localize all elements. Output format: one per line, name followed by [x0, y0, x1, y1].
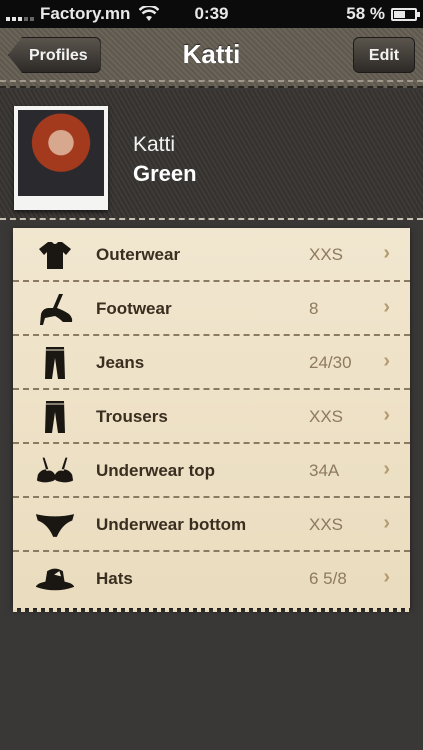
- list-item-label: Footwear: [96, 299, 172, 318]
- chevron-right-icon: ›: [383, 458, 390, 480]
- tshirt-icon: [35, 237, 75, 273]
- list-item-label: Underwear bottom: [96, 515, 247, 534]
- list-item-outerwear[interactable]: Outerwear XXS ›: [13, 228, 410, 282]
- size-list: Outerwear XXS › Footwear 8 › Jeans 24/30…: [13, 228, 410, 608]
- list-item-value: 8: [309, 299, 319, 318]
- battery-percent: 58 %: [346, 4, 385, 23]
- list-item-label: Underwear top: [96, 461, 216, 480]
- list-item-jeans[interactable]: Jeans 24/30 ›: [13, 336, 410, 390]
- battery-level: [394, 10, 405, 18]
- bra-icon: [35, 453, 75, 489]
- chevron-right-icon: ›: [383, 350, 390, 372]
- status-bar: Factory.mn 0:39 58 %: [0, 0, 423, 28]
- avatar: [18, 110, 104, 196]
- list-item-trousers[interactable]: Trousers XXS ›: [13, 390, 410, 444]
- list-item-value: XXS: [309, 245, 344, 264]
- profile-photo-frame[interactable]: [14, 106, 108, 210]
- chevron-right-icon: ›: [383, 296, 390, 318]
- list-item-value: XXS: [309, 515, 344, 534]
- list-item-underwear-top[interactable]: Underwear top 34A ›: [13, 444, 410, 498]
- list-item-label: Hats: [96, 569, 133, 588]
- hat-icon: [35, 561, 75, 597]
- battery-status: 58 %: [346, 4, 420, 24]
- chevron-right-icon: ›: [383, 242, 390, 264]
- list-item-hats[interactable]: Hats 6 5/8 ›: [13, 552, 410, 606]
- list-item-label: Outerwear: [96, 245, 181, 264]
- briefs-icon: [35, 507, 75, 543]
- high-heel-shoe-icon: [35, 291, 75, 327]
- profile-first-name: Katti: [133, 133, 176, 156]
- list-item-underwear-bottom[interactable]: Underwear bottom XXS ›: [13, 498, 410, 552]
- chevron-right-icon: ›: [383, 566, 390, 588]
- list-item-value: XXS: [309, 407, 344, 426]
- list-item-label: Trousers: [96, 407, 168, 426]
- chevron-right-icon: ›: [383, 404, 390, 426]
- navigation-bar: Profiles Katti Edit: [0, 28, 423, 88]
- jeans-icon: [35, 345, 75, 381]
- trousers-icon: [35, 399, 75, 435]
- list-item-value: 6 5/8: [309, 569, 347, 588]
- list-item-value: 34A: [309, 461, 340, 480]
- list-item-footwear[interactable]: Footwear 8 ›: [13, 282, 410, 336]
- list-item-label: Jeans: [96, 353, 145, 372]
- chevron-right-icon: ›: [383, 512, 390, 534]
- list-item-value: 24/30: [309, 353, 352, 372]
- battery-icon: [391, 7, 420, 21]
- edit-button[interactable]: Edit: [353, 37, 415, 73]
- profile-header: [0, 90, 423, 220]
- profile-last-name: Green: [133, 161, 197, 186]
- torn-paper-edge: [13, 606, 410, 612]
